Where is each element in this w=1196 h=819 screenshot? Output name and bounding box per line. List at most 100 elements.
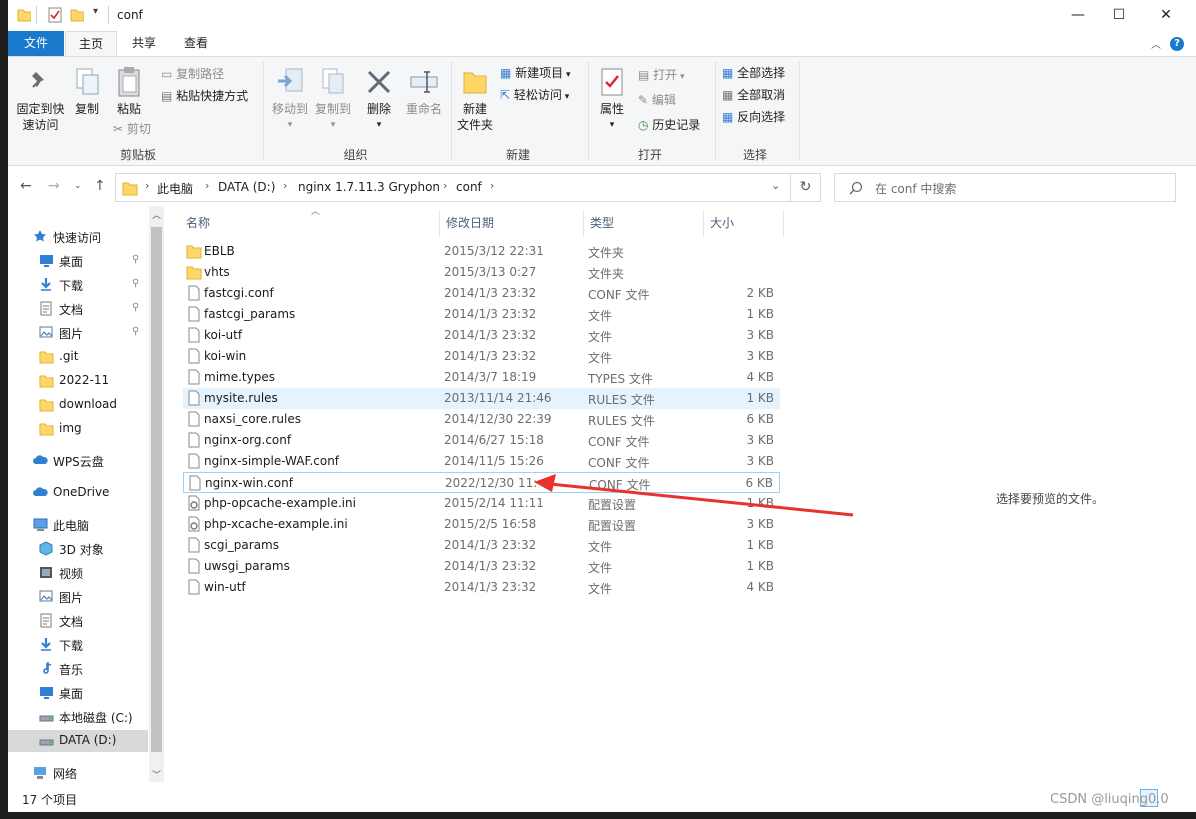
column-divider[interactable]	[703, 210, 704, 236]
nav-item[interactable]: 桌面 ⚲	[8, 250, 148, 272]
nav-item[interactable]: download	[8, 394, 148, 416]
scroll-down-icon[interactable]: ﹀	[152, 768, 161, 781]
new-folder-button[interactable]: 新建 文件夹	[453, 101, 497, 133]
properties-button[interactable]: 属性 ▾	[594, 101, 630, 133]
file-row[interactable]: fastcgi_params 2014/1/3 23:32 文件 1 KB	[183, 304, 780, 325]
nav-item[interactable]: 图片	[8, 586, 148, 608]
select-all-button[interactable]: ▦ 全部选择	[722, 65, 785, 81]
tab-home[interactable]: 主页	[65, 31, 117, 56]
new-folder-label-line1: 新建	[462, 102, 487, 116]
scroll-thumb[interactable]	[151, 227, 162, 752]
select-none-button[interactable]: ▦ 全部取消	[722, 87, 785, 103]
tab-share[interactable]: 共享	[119, 31, 169, 56]
copy-button[interactable]: 复制	[70, 101, 104, 117]
copy-path-button[interactable]: ▭ 复制路径	[161, 66, 224, 82]
edit-button[interactable]: ✎ 编辑	[638, 92, 676, 108]
nav-item[interactable]: 桌面	[8, 682, 148, 704]
open-button[interactable]: ▤ 打开 ▾	[638, 67, 685, 85]
properties-icon[interactable]	[48, 7, 62, 23]
file-date: 2014/1/3 23:32	[444, 286, 537, 300]
breadcrumb-data-drive[interactable]: DATA (D:)	[218, 180, 275, 194]
back-arrow-icon[interactable]: ←	[20, 178, 32, 194]
breadcrumb-this-pc[interactable]: 此电脑	[157, 180, 193, 197]
nav-item[interactable]: 快速访问	[8, 226, 148, 248]
file-row[interactable]: koi-win 2014/1/3 23:32 文件 3 KB	[183, 346, 780, 367]
address-bar[interactable]: › 此电脑 › DATA (D:) › nginx 1.7.11.3 Gryph…	[115, 173, 791, 202]
column-divider[interactable]	[783, 210, 784, 236]
recent-locations-icon[interactable]: ⌄	[74, 181, 82, 191]
file-row[interactable]: fastcgi.conf 2014/1/3 23:32 CONF 文件 2 KB	[183, 283, 780, 304]
explorer-window: ▾ conf — ☐ ✕ 文件 主页 共享 查看 ︿ ? 固定到快 速访问 复制…	[8, 0, 1196, 812]
file-row[interactable]: naxsi_core.rules 2014/12/30 22:39 RULES 文件…	[183, 409, 780, 430]
nav-item[interactable]: OneDrive	[8, 482, 148, 504]
nav-item[interactable]: 图片 ⚲	[8, 322, 148, 344]
nav-item[interactable]: img	[8, 418, 148, 440]
nav-item[interactable]: 本地磁盘 (C:)	[8, 706, 148, 728]
paste-button[interactable]: 粘贴	[112, 101, 146, 117]
nav-item[interactable]: 文档	[8, 610, 148, 632]
address-history-chevron-down-icon[interactable]: ⌄	[771, 179, 780, 192]
column-header-date[interactable]: 修改日期	[446, 214, 494, 231]
new-item-button[interactable]: ▦ 新建项目 ▾	[500, 65, 571, 83]
column-header-type[interactable]: 类型	[590, 214, 614, 231]
nav-item[interactable]: 此电脑	[8, 514, 148, 536]
file-row[interactable]: uwsgi_params 2014/1/3 23:32 文件 1 KB	[183, 556, 780, 577]
copy-to-button[interactable]: 复制到 ▾	[313, 101, 353, 133]
delete-button[interactable]: 删除 ▾	[363, 101, 395, 133]
file-row[interactable]: koi-utf 2014/1/3 23:32 文件 3 KB	[183, 325, 780, 346]
nav-item[interactable]: 文档 ⚲	[8, 298, 148, 320]
up-arrow-icon[interactable]: ↑	[94, 178, 106, 194]
column-divider[interactable]	[583, 210, 584, 236]
file-date: 2014/11/5 15:26	[444, 454, 544, 468]
forward-arrow-icon[interactable]: →	[48, 178, 60, 194]
nav-item[interactable]: 下载 ⚲	[8, 274, 148, 296]
window-title: conf	[117, 8, 143, 22]
edit-label: 编辑	[651, 93, 676, 107]
nav-item[interactable]: 3D 对象	[8, 538, 148, 560]
column-header-size[interactable]: 大小	[710, 214, 734, 231]
help-icon[interactable]: ?	[1170, 37, 1184, 51]
nav-item[interactable]: 音乐	[8, 658, 148, 680]
column-header-name[interactable]: 名称	[186, 214, 210, 231]
tab-file[interactable]: 文件	[8, 31, 64, 56]
file-row[interactable]: nginx-org.conf 2014/6/27 15:18 CONF 文件 3 KB	[183, 430, 780, 451]
file-row[interactable]: nginx-simple-WAF.conf 2014/11/5 15:26 CONF…	[183, 451, 780, 472]
rename-button[interactable]: 重命名	[402, 101, 446, 117]
column-divider[interactable]	[439, 210, 440, 236]
new-folder-icon[interactable]	[70, 7, 84, 23]
minimize-button[interactable]: —	[1055, 0, 1101, 31]
close-button[interactable]: ✕	[1143, 0, 1189, 31]
refresh-button[interactable]: ↻	[791, 173, 821, 202]
easy-access-button[interactable]: ⇱ 轻松访问 ▾	[500, 87, 569, 105]
pin-to-quick-access-button[interactable]: 固定到快 速访问	[13, 101, 68, 133]
breadcrumb-nginx[interactable]: nginx 1.7.11.3 Gryphon	[298, 180, 440, 194]
customize-quick-access-icon[interactable]: ▾	[93, 6, 98, 22]
collapse-ribbon-icon[interactable]: ︿	[1151, 36, 1161, 51]
file-row[interactable]: vhts 2015/3/13 0:27 文件夹	[183, 262, 780, 283]
easy-access-label: 轻松访问	[513, 88, 562, 102]
cut-button[interactable]: ✂ 剪切	[113, 121, 151, 137]
nav-item[interactable]: DATA (D:)	[8, 730, 148, 752]
move-to-button[interactable]: 移动到 ▾	[270, 101, 310, 133]
file-row[interactable]: EBLB 2015/3/12 22:31 文件夹	[183, 241, 780, 262]
tab-view[interactable]: 查看	[173, 31, 219, 56]
scroll-up-icon[interactable]: ︿	[152, 208, 161, 221]
nav-item[interactable]: 网络	[8, 762, 148, 784]
nav-item[interactable]: 视频	[8, 562, 148, 584]
nav-item[interactable]: WPS云盘	[8, 450, 148, 472]
music-icon	[43, 662, 52, 674]
history-button[interactable]: ◷ 历史记录	[638, 117, 700, 133]
file-row[interactable]: win-utf 2014/1/3 23:32 文件 4 KB	[183, 577, 780, 598]
file-row[interactable]: scgi_params 2014/1/3 23:32 文件 1 KB	[183, 535, 780, 556]
file-row[interactable]: mysite.rules 2013/11/14 21:46 RULES 文件 1 KB	[183, 388, 780, 409]
invert-selection-button[interactable]: ▦ 反向选择	[722, 109, 785, 125]
navigation-scrollbar[interactable]: ︿ ﹀	[149, 206, 164, 782]
nav-item[interactable]: 2022-11	[8, 370, 148, 392]
paste-shortcut-button[interactable]: ▤ 粘贴快捷方式	[161, 88, 248, 104]
breadcrumb-conf[interactable]: conf	[456, 180, 482, 194]
maximize-button[interactable]: ☐	[1096, 0, 1142, 31]
nav-item[interactable]: .git	[8, 346, 148, 368]
file-row[interactable]: mime.types 2014/3/7 18:19 TYPES 文件 4 KB	[183, 367, 780, 388]
search-input[interactable]: 在 conf 中搜索	[834, 173, 1176, 202]
nav-item[interactable]: 下载	[8, 634, 148, 656]
